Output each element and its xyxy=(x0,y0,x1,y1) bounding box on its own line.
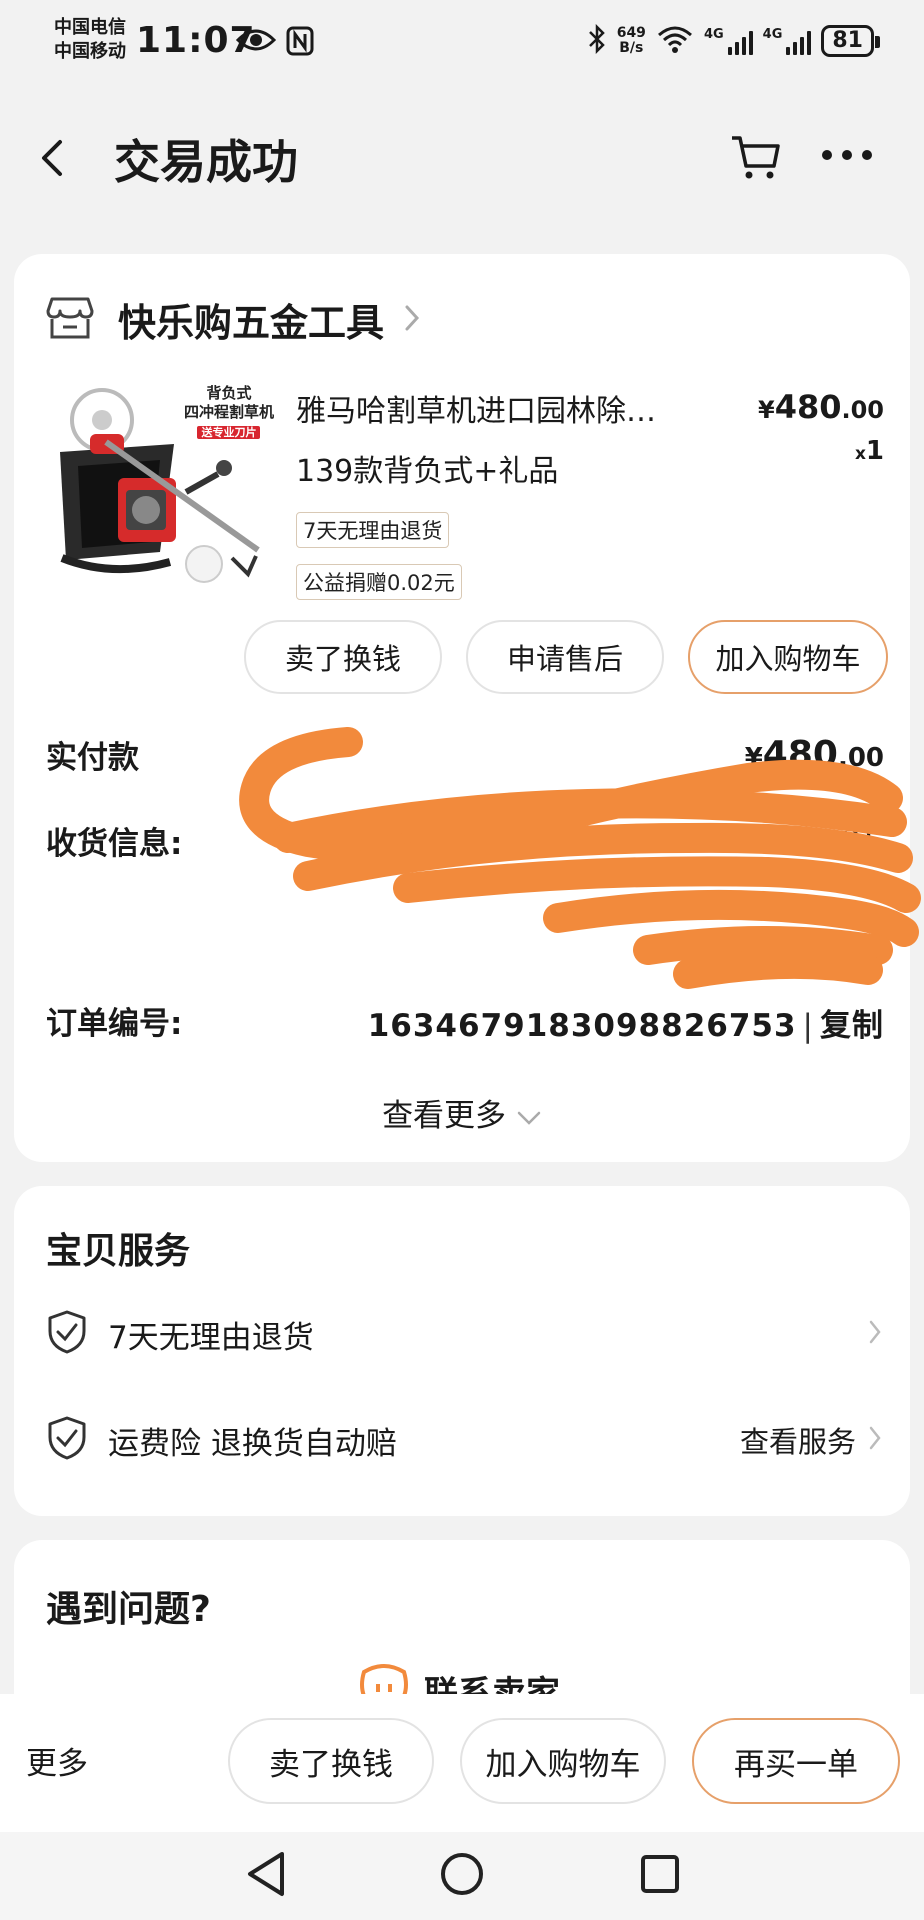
service-insurance-label: 运费险 退换货自动赔 xyxy=(108,1425,397,1462)
see-more-button[interactable]: 查看更多 xyxy=(14,1090,910,1135)
nav-recents-icon[interactable] xyxy=(640,1854,680,1898)
order-number-separator: | xyxy=(802,1008,814,1044)
system-nav-bar xyxy=(0,1832,924,1920)
order-number-value: 1634679183098826753 xyxy=(367,1008,797,1044)
product-title-line-1: 雅马哈割草机进口园林除… xyxy=(296,394,656,429)
carrier-names: 中国电信 中国移动 xyxy=(54,16,126,64)
chevron-right-icon xyxy=(868,1319,882,1349)
carrier-2: 中国移动 xyxy=(54,41,126,62)
product-quantity: x1 xyxy=(854,436,884,466)
back-arrow-icon[interactable] xyxy=(40,138,64,182)
view-service-link[interactable]: 查看服务 xyxy=(740,1419,856,1461)
bottom-action-bar: 更多 卖了换钱 加入购物车 再买一单 xyxy=(0,1694,924,1832)
order-number-label: 订单编号: xyxy=(46,1006,183,1042)
network-speed: 649 B/s xyxy=(616,25,646,56)
shield-check-icon xyxy=(46,1309,88,1359)
add-to-cart-button[interactable]: 加入购物车 xyxy=(688,620,888,694)
signal-icon: 4G xyxy=(704,27,753,55)
product-price: ¥480.00 xyxy=(757,388,884,426)
status-bar: 中国电信 中国移动 11:07 649 B/s 4G 4G 81 xyxy=(0,0,924,88)
paid-amount-label: 实付款 xyxy=(46,740,139,776)
services-title: 宝贝服务 xyxy=(46,1231,191,1272)
product-image[interactable]: 背负式 四冲程割草机 送专业刀片 xyxy=(42,382,274,604)
chevron-right-icon xyxy=(868,1425,882,1455)
page-title: 交易成功 xyxy=(114,135,298,189)
product-image-caption: 背负式 四冲程割草机 送专业刀片 xyxy=(183,384,274,439)
shop-header[interactable]: 快乐购五金工具 xyxy=(46,292,420,347)
chevron-down-icon xyxy=(516,1098,542,1134)
carrier-1: 中国电信 xyxy=(54,17,126,38)
after-sale-button[interactable]: 申请售后 xyxy=(466,620,664,694)
store-icon xyxy=(46,295,94,345)
chevron-right-icon xyxy=(404,304,420,336)
shield-check-icon xyxy=(46,1415,88,1465)
service-item-shipping-insurance[interactable]: 运费险 退换货自动赔 查看服务 xyxy=(46,1410,882,1470)
service-item-return[interactable]: 7天无理由退货 xyxy=(46,1304,882,1364)
nav-back-icon[interactable] xyxy=(244,1850,288,1902)
bottom-sell-button[interactable]: 卖了换钱 xyxy=(228,1718,434,1804)
order-card: 快乐购五金工具 背负式 四冲程割草机 送专业刀片 雅马哈割草机进口园林除… 13… xyxy=(14,254,910,1162)
battery-indicator: 81 xyxy=(821,25,880,57)
service-return-label: 7天无理由退货 xyxy=(108,1319,314,1356)
product-title-line-2: 139款背负式+礼品 xyxy=(296,454,559,489)
signal-icon: 4G xyxy=(763,27,812,55)
shipping-info-label: 收货信息: xyxy=(46,826,183,862)
wifi-icon xyxy=(656,24,694,58)
charity-tag: 公益捐赠0.02元 xyxy=(296,564,462,600)
product-title[interactable]: 雅马哈割草机进口园林除… 139款背负式+礼品 xyxy=(296,382,736,502)
sell-for-cash-button[interactable]: 卖了换钱 xyxy=(244,620,442,694)
buy-again-button[interactable]: 再买一单 xyxy=(692,1718,900,1804)
nav-home-icon[interactable] xyxy=(440,1852,484,1900)
shop-name[interactable]: 快乐购五金工具 xyxy=(118,292,384,347)
page-header: 交易成功 xyxy=(0,100,924,212)
eye-icon xyxy=(235,28,277,56)
cart-icon[interactable] xyxy=(730,132,782,186)
more-options-icon[interactable] xyxy=(822,150,872,160)
order-number: 1634679183098826753 | 复制 xyxy=(368,1000,884,1045)
bluetooth-icon xyxy=(587,23,607,58)
nfc-icon xyxy=(286,26,314,60)
return-policy-tag: 7天无理由退货 xyxy=(296,512,450,548)
redaction-scribble xyxy=(239,727,921,989)
more-button[interactable]: 更多 xyxy=(26,1738,88,1783)
problems-title: 遇到问题? xyxy=(46,1589,211,1630)
copy-order-number-button[interactable]: 复制 xyxy=(820,1008,884,1044)
bottom-add-to-cart-button[interactable]: 加入购物车 xyxy=(460,1718,666,1804)
services-card: 宝贝服务 7天无理由退货 运费险 退换货自动赔 查看服务 xyxy=(14,1186,910,1516)
